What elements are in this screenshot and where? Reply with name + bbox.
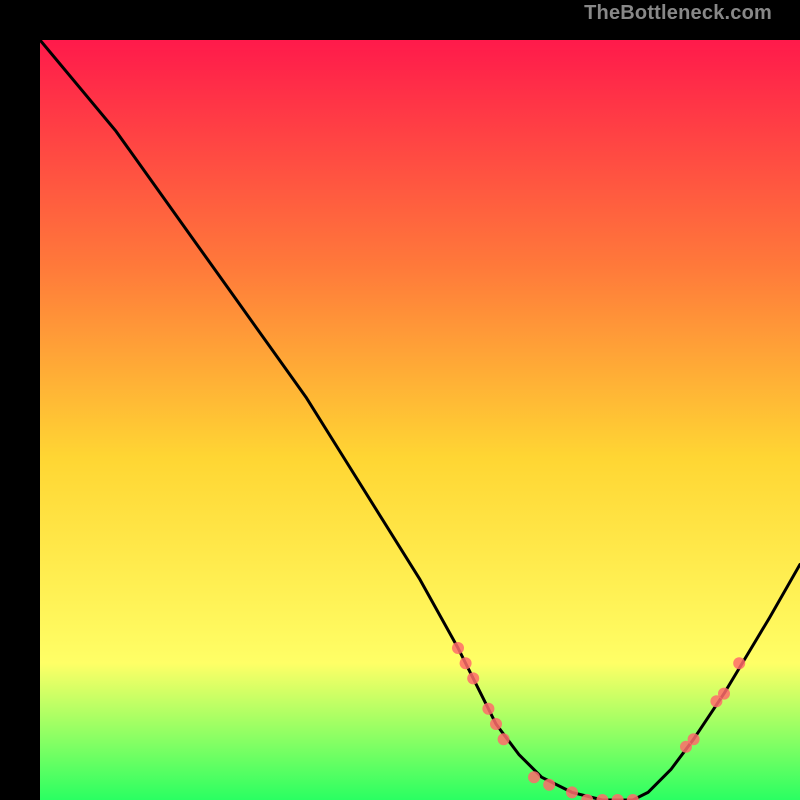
marker-point bbox=[460, 657, 472, 669]
marker-point bbox=[718, 688, 730, 700]
marker-point bbox=[490, 718, 502, 730]
marker-point bbox=[733, 657, 745, 669]
marker-point bbox=[566, 786, 578, 798]
marker-point bbox=[688, 733, 700, 745]
marker-point bbox=[452, 642, 464, 654]
marker-point bbox=[498, 733, 510, 745]
marker-point bbox=[482, 703, 494, 715]
marker-point bbox=[543, 779, 555, 791]
chart-frame bbox=[20, 20, 780, 780]
marker-point bbox=[467, 672, 479, 684]
gradient-background bbox=[40, 40, 800, 800]
watermark-text: TheBottleneck.com bbox=[584, 2, 772, 25]
marker-point bbox=[528, 771, 540, 783]
bottleneck-chart bbox=[40, 40, 800, 800]
